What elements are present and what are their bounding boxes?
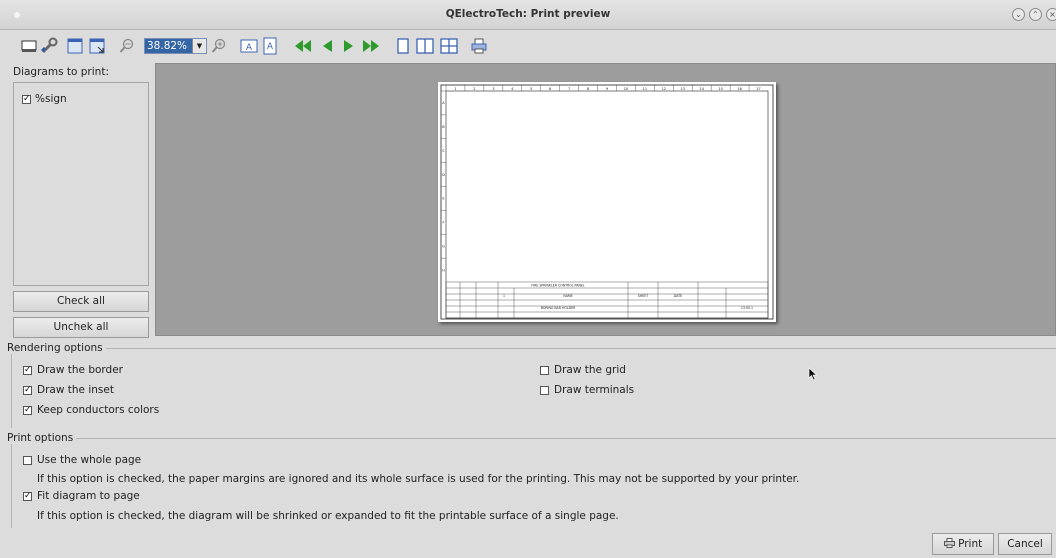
page-setup-icon[interactable] (20, 37, 38, 55)
svg-text:A: A (246, 43, 253, 53)
print-button[interactable]: Print (932, 533, 994, 555)
title-block-cell-e: 13.05.1 (741, 306, 753, 310)
title-block-part-label: BORING BAR HOLDER (541, 306, 576, 310)
ruler-row-label: E (442, 197, 444, 201)
rendering-options-title: Rendering options (7, 342, 106, 354)
draw-grid-label: Draw the grid (554, 364, 626, 376)
print-icon[interactable] (470, 37, 488, 55)
ruler-column-label: 16 (737, 87, 741, 91)
title-block-cell-c: SHEET (638, 294, 648, 298)
next-page-icon[interactable] (340, 37, 358, 55)
ruler-row-label: H (442, 268, 445, 272)
list-item[interactable]: ✓ %sign (22, 93, 67, 105)
rendering-options-group (11, 348, 1056, 428)
ruler-column-label: 11 (643, 87, 647, 91)
title-block-cell-b: NAME (563, 294, 572, 298)
ruler-column-label: 14 (699, 87, 704, 91)
diagrams-to-print-label: Diagrams to print: (13, 66, 109, 78)
svg-text:A: A (267, 42, 274, 52)
draw-terminals-checkbox[interactable] (540, 385, 549, 395)
draw-grid-checkbox[interactable] (540, 365, 549, 375)
title-block-cell-a: 1 (503, 294, 505, 298)
ruler-column-label: 9 (606, 87, 608, 91)
chevron-down-icon[interactable]: ▼ (192, 39, 206, 53)
draw-terminals-option[interactable]: Draw terminals (540, 384, 634, 396)
ruler-column-label: 15 (718, 87, 722, 91)
use-whole-page-option[interactable]: Use the whole page (23, 454, 141, 466)
print-button-label: Print (958, 538, 983, 550)
draw-terminals-label: Draw terminals (554, 384, 635, 396)
fit-page-icon[interactable] (88, 37, 106, 55)
title-block-cell-d: DATE (674, 294, 682, 298)
ruler-row-label: D (442, 173, 445, 177)
ruler-row-label: A (442, 101, 445, 105)
window-title: QElectroTech: Print preview (445, 8, 611, 20)
ruler-column-label: 2 (473, 87, 475, 91)
draw-border-checkbox[interactable]: ✓ (23, 365, 32, 375)
draw-border-option[interactable]: ✓ Draw the border (23, 364, 123, 376)
cancel-button[interactable]: Cancel (998, 533, 1052, 555)
fit-width-icon[interactable] (66, 37, 84, 55)
ruler-column-label: 5 (530, 87, 532, 91)
diagram-label: %sign (35, 93, 67, 105)
previous-page-icon[interactable] (318, 37, 336, 55)
printer-settings-icon[interactable] (40, 37, 58, 55)
single-page-icon[interactable] (394, 37, 412, 55)
printer-icon (943, 538, 955, 548)
preview-toolbar: 38.82% ▼ A A (0, 30, 1056, 62)
keep-conductor-colors-checkbox[interactable]: ✓ (23, 405, 32, 415)
overview-pages-icon[interactable] (440, 37, 458, 55)
ruler-row-label: F (442, 221, 444, 225)
ruler-column-label: 7 (568, 87, 570, 91)
use-whole-page-label: Use the whole page (37, 454, 142, 466)
fit-to-page-description: If this option is checked, the diagram w… (37, 510, 619, 522)
check-all-button[interactable]: Check all (13, 291, 149, 312)
portrait-icon[interactable]: A (240, 37, 258, 55)
use-whole-page-checkbox[interactable] (23, 455, 32, 465)
ruler-column-label: 12 (662, 87, 666, 91)
draw-border-label: Draw the border (37, 364, 123, 376)
mouse-cursor-icon (808, 367, 818, 384)
draw-grid-option[interactable]: Draw the grid (540, 364, 626, 376)
facing-pages-icon[interactable] (416, 37, 434, 55)
zoom-in-icon[interactable] (210, 37, 228, 55)
use-whole-page-description: If this option is checked, the paper mar… (37, 473, 800, 485)
ruler-column-label: 8 (587, 87, 589, 91)
last-page-icon[interactable] (362, 37, 380, 55)
first-page-icon[interactable] (294, 37, 312, 55)
minimize-icon[interactable]: ⌄ (1012, 8, 1025, 21)
draw-inset-checkbox[interactable]: ✓ (23, 385, 32, 395)
title-bar: QElectroTech: Print preview ⌄ ⌃ × (0, 0, 1056, 30)
zoom-combo[interactable]: 38.82% ▼ (144, 38, 207, 54)
diagram-checkbox[interactable]: ✓ (22, 94, 31, 104)
preview-page: 1 2 3 4 5 6 7 8 9 10 11 12 13 14 15 16 17 ABCDEFGH FIRE … (438, 82, 776, 322)
diagram-list[interactable]: ✓ %sign (13, 82, 149, 286)
fit-to-page-checkbox[interactable]: ✓ (23, 491, 32, 501)
maximize-icon[interactable]: ⌃ (1029, 8, 1042, 21)
ruler-row-label: G (442, 244, 445, 248)
draw-inset-label: Draw the inset (37, 384, 114, 396)
ruler-column-label: 17 (756, 87, 760, 91)
close-icon[interactable]: × (1046, 8, 1056, 21)
ruler-row-label: B (442, 125, 445, 129)
zoom-value: 38.82% (147, 40, 188, 52)
ruler-row-label: C (442, 149, 445, 153)
ruler-column-label: 13 (681, 87, 685, 91)
ruler-column-label: 6 (549, 87, 551, 91)
keep-conductor-colors-option[interactable]: ✓ Keep conductors colors (23, 404, 159, 416)
uncheck-all-button[interactable]: Unchek all (13, 317, 149, 338)
print-options-title: Print options (7, 432, 77, 444)
draw-inset-option[interactable]: ✓ Draw the inset (23, 384, 114, 396)
landscape-icon[interactable]: A (261, 37, 279, 55)
title-block-top-line: FIRE SPRINKLER CONTROL PANEL (531, 284, 584, 288)
zoom-out-icon[interactable] (118, 37, 136, 55)
fit-to-page-option[interactable]: ✓ Fit diagram to page (23, 490, 140, 502)
ruler-column-label: 1 (454, 87, 456, 91)
diagram-sheet-drawing: 1 2 3 4 5 6 7 8 9 10 11 12 13 14 15 16 17 ABCDEFGH FIRE … (440, 84, 774, 320)
ruler-column-label: 3 (492, 87, 494, 91)
keep-conductor-colors-label: Keep conductors colors (37, 404, 160, 416)
ruler-column-label: 4 (511, 87, 514, 91)
fit-to-page-label: Fit diagram to page (37, 490, 140, 502)
ruler-column-label: 10 (624, 87, 628, 91)
